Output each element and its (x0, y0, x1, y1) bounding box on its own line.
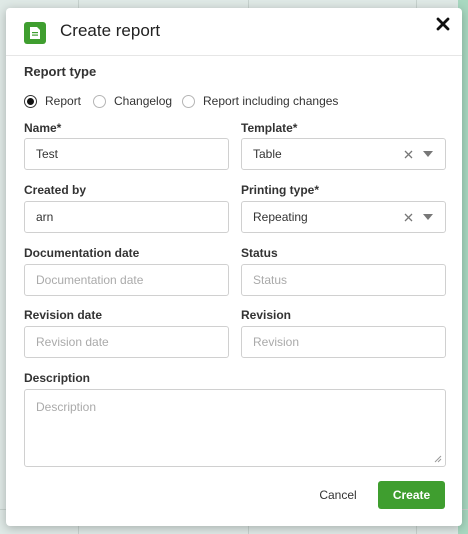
create-button[interactable]: Create (378, 481, 445, 509)
dialog-header: Create report (6, 8, 462, 56)
description-wrapper (24, 389, 446, 467)
document-icon (24, 22, 46, 44)
radio-label: Changelog (114, 94, 173, 108)
clear-icon[interactable] (401, 147, 415, 161)
radio-report[interactable]: Report (24, 92, 81, 110)
name-input[interactable] (24, 138, 229, 170)
created-by-input[interactable] (24, 201, 229, 233)
dialog-title: Create report (60, 21, 161, 40)
name-label: Name* (24, 121, 62, 135)
created-by-label: Created by (24, 183, 87, 197)
revision-date-input[interactable] (24, 326, 229, 358)
printing-type-value: Repeating (253, 210, 308, 224)
revision-input[interactable] (241, 326, 446, 358)
create-report-dialog: Create report Report type Report Changel… (6, 8, 462, 526)
revision-label: Revision (241, 308, 292, 322)
chevron-down-icon[interactable] (421, 147, 435, 161)
report-type-label: Report type (24, 64, 97, 79)
printing-type-select[interactable]: Repeating (241, 201, 446, 233)
clear-icon[interactable] (401, 210, 415, 224)
radio-changelog[interactable]: Changelog (93, 92, 172, 110)
radio-unselected-icon (93, 94, 106, 108)
resize-handle-icon[interactable] (434, 455, 442, 463)
status-input[interactable] (241, 264, 446, 296)
documentation-date-label: Documentation date (24, 246, 140, 260)
radio-label: Report (45, 94, 82, 108)
template-label: Template* (241, 121, 298, 135)
description-label: Description (24, 371, 91, 385)
template-select[interactable]: Table (241, 138, 446, 170)
revision-date-label: Revision date (24, 308, 103, 322)
radio-selected-icon (24, 94, 37, 108)
close-icon[interactable] (432, 13, 454, 35)
template-value: Table (253, 147, 282, 161)
documentation-date-input[interactable] (24, 264, 229, 296)
description-textarea[interactable] (24, 389, 446, 467)
status-label: Status (241, 246, 278, 260)
radio-unselected-icon (182, 94, 195, 108)
cancel-button[interactable]: Cancel (308, 481, 368, 509)
printing-type-label: Printing type* (241, 183, 320, 197)
chevron-down-icon[interactable] (421, 210, 435, 224)
radio-report-including-changes[interactable]: Report including changes (182, 92, 338, 110)
radio-label: Report including changes (203, 94, 339, 108)
